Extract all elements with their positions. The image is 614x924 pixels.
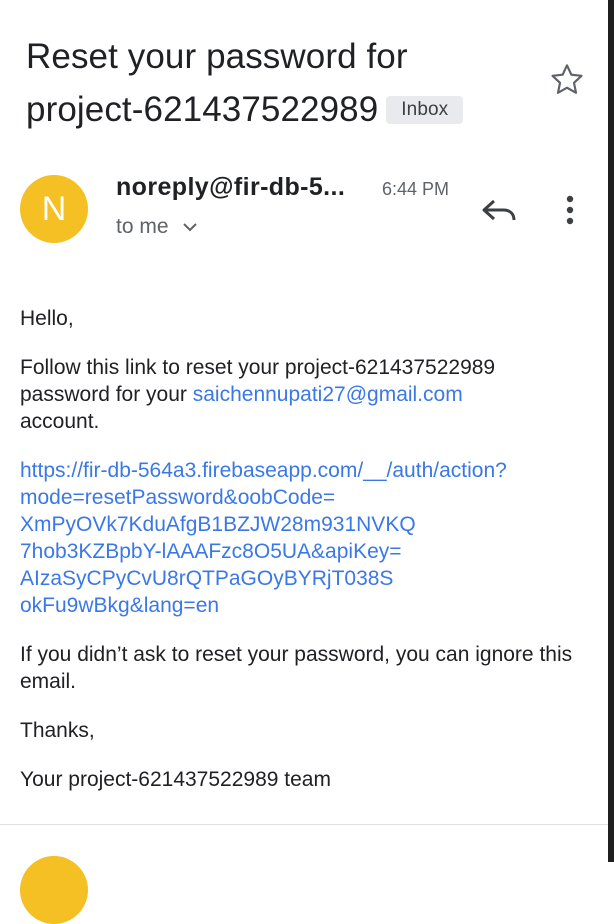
star-icon[interactable] xyxy=(547,60,587,100)
subject-line-2: project-621437522989 xyxy=(26,90,379,129)
inbox-label-chip[interactable]: Inbox xyxy=(386,96,464,124)
reset-link-line[interactable]: XmPyOVk7KduAfgB1BZJW28m931NVKQ xyxy=(20,511,590,538)
email-view: Reset your password for project-62143752… xyxy=(0,0,608,924)
sender-avatar[interactable]: N xyxy=(20,175,88,243)
reply-icon[interactable] xyxy=(478,192,520,228)
subject-line-1: Reset your password for xyxy=(26,37,408,76)
reset-link-line[interactable]: mode=resetPassword&oobCode= xyxy=(20,484,590,511)
reset-link-line[interactable]: 7hob3KZBpbY-lAAAFzc8O5UA&apiKey= xyxy=(20,538,590,565)
recipient-details-toggle[interactable]: to me xyxy=(116,215,198,239)
more-vert-icon[interactable] xyxy=(556,192,584,228)
greeting: Hello, xyxy=(20,307,74,330)
ignore-note: If you didn’t ask to reset your password… xyxy=(20,643,573,693)
chevron-down-icon xyxy=(183,223,198,232)
message-divider xyxy=(0,824,608,825)
email-time: 6:44 PM xyxy=(382,179,450,199)
intro-paragraph: Follow this link to reset your project-6… xyxy=(20,354,590,435)
reset-link-line[interactable]: AIzaSyCPyCvU8rQTPaGOyBYRjT038S xyxy=(20,565,590,592)
signature: Your project-621437522989 team xyxy=(20,768,331,791)
intro-text-end: account. xyxy=(20,410,100,433)
window-edge xyxy=(608,0,614,862)
reset-link-line[interactable]: okFu9wBkg&lang=en xyxy=(20,592,590,619)
sender-address[interactable]: noreply@fir-db-5... xyxy=(116,173,366,202)
reset-link-line[interactable]: https://fir-db-564a3.firebaseapp.com/__/… xyxy=(20,457,590,484)
recipient-label: to me xyxy=(116,215,169,238)
avatar-letter: N xyxy=(41,190,67,228)
email-subject: Reset your password for project-62143752… xyxy=(26,30,526,136)
next-message-avatar[interactable] xyxy=(20,856,88,924)
email-body: Hello, Follow this link to reset your pr… xyxy=(20,305,590,815)
thanks-line: Thanks, xyxy=(20,719,95,742)
account-email-link[interactable]: saichennupati27@gmail.com xyxy=(193,383,463,406)
reset-password-link[interactable]: https://fir-db-564a3.firebaseapp.com/__/… xyxy=(20,457,590,619)
